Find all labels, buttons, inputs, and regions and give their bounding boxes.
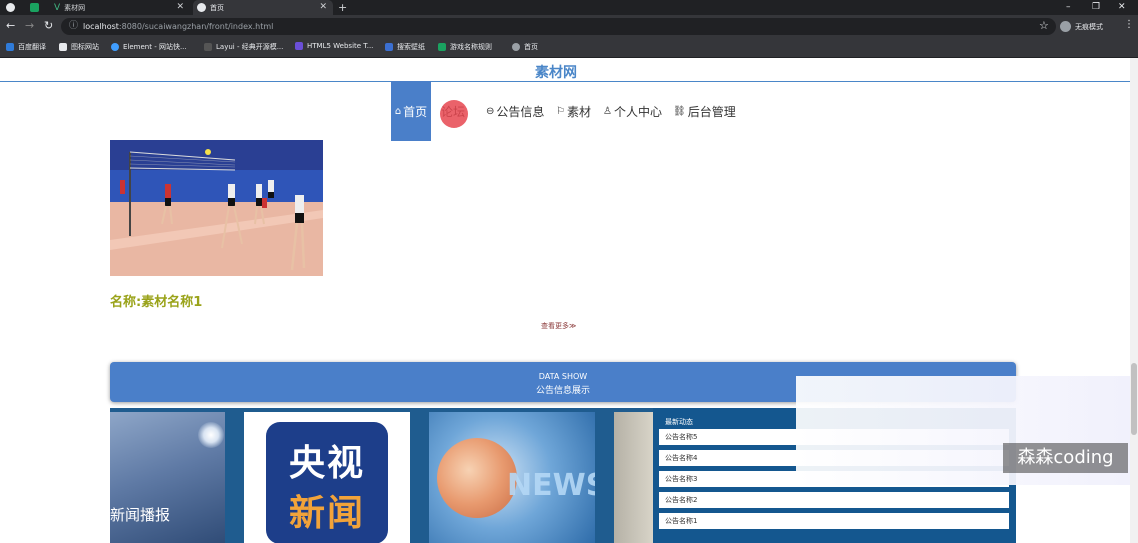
notice-icon: ⊖ (486, 105, 495, 117)
bookmark-star-icon[interactable]: ☆ (1039, 19, 1049, 32)
new-tab-button[interactable]: + (338, 0, 352, 15)
home-icon: ⌂ (394, 105, 402, 117)
nav-home[interactable]: ⌂ 首页 (391, 81, 431, 141)
link-icon: ⛓ (673, 105, 686, 117)
browser-tab-bar: V 素材网 ✕ 首页 ✕ + – ❐ ✕ (0, 0, 1138, 15)
tab-label: 素材网 (64, 3, 86, 12)
html5-icon (295, 42, 303, 50)
back-arrow-icon[interactable]: ← (6, 19, 15, 32)
globe-icon (6, 3, 15, 12)
bookmark-item[interactable]: Element - 网站快... (111, 42, 187, 52)
bookmark-icon (6, 43, 14, 51)
flag-icon (59, 43, 67, 51)
bookmark-item[interactable]: 游戏名称规则 (438, 42, 492, 52)
bookmark-item[interactable]: Layui - 经典开源模... (204, 42, 283, 52)
profile-label: 无痕模式 (1075, 22, 1103, 31)
address-toolbar: ← → ↻ ⓘ localhost:8080/sucaiwangzhan/fro… (0, 15, 1138, 38)
news-card[interactable]: 新闻播报 (110, 412, 225, 543)
globe-icon (197, 3, 206, 12)
scrollbar-thumb[interactable] (1131, 363, 1137, 435)
news-card-globe[interactable]: NEWS (429, 412, 595, 543)
news-card-partial[interactable] (614, 412, 653, 543)
url-host: localhost (83, 22, 119, 31)
element-icon (111, 43, 119, 51)
incognito-profile[interactable]: 无痕模式 (1060, 20, 1103, 33)
url-path: :8080/sucaiwangzhan/front/index.html (118, 22, 274, 31)
forward-arrow-icon[interactable]: → (25, 19, 34, 32)
bookmark-item[interactable]: 搜索壁纸 (385, 42, 425, 52)
watermark: 森森coding (1003, 443, 1128, 473)
site-title: 素材网 (535, 65, 577, 81)
nav-material[interactable]: ⚐ 素材 (556, 81, 591, 141)
game-icon (438, 43, 446, 51)
app-icon (30, 3, 39, 12)
wallpaper-icon (385, 43, 393, 51)
nav-user-center[interactable]: ♙ 个人中心 (603, 81, 662, 141)
click-indicator (440, 100, 468, 128)
tab-sucaiwang[interactable]: V 素材网 ✕ (50, 0, 190, 15)
close-window-button[interactable]: ✕ (1118, 0, 1126, 14)
menu-kebab-icon[interactable]: ⋮ (1124, 19, 1134, 30)
restore-button[interactable]: ❐ (1092, 0, 1100, 14)
reload-icon[interactable]: ↻ (44, 19, 53, 32)
latest-news-heading: 最新动态 (665, 418, 693, 426)
page-scrollbar[interactable] (1130, 58, 1138, 543)
tab-label: 首页 (210, 3, 224, 12)
news-card-caption: NEWS (507, 468, 595, 503)
news-card-cctv[interactable]: 央视 新闻 (244, 412, 410, 543)
flag-icon: ⚐ (556, 105, 565, 117)
cctv-logo: 央视 新闻 (266, 422, 388, 543)
news-list-item[interactable]: 公告名称1 (659, 513, 1009, 529)
product-image[interactable] (110, 140, 323, 276)
product-name[interactable]: 名称:素材名称1 (110, 291, 202, 310)
bookmark-item[interactable]: 首页 (512, 42, 538, 52)
close-tab-icon[interactable]: ✕ (176, 2, 184, 12)
incognito-icon (1060, 21, 1071, 32)
url-input[interactable]: ⓘ localhost:8080/sucaiwangzhan/front/ind… (61, 18, 1056, 35)
tab-globe[interactable] (2, 0, 24, 15)
tab-home[interactable]: 首页 ✕ (193, 0, 333, 15)
globe-icon (437, 438, 517, 518)
bookmark-item[interactable]: HTML5 Website T... (295, 42, 373, 50)
vue-icon: V (54, 2, 61, 13)
nav-notice[interactable]: ⊖ 公告信息 (486, 81, 544, 141)
news-list-item[interactable]: 公告名称2 (659, 492, 1009, 508)
bookmark-item[interactable]: 百度翻译 (6, 42, 46, 52)
globe-icon (512, 43, 520, 51)
news-card-caption: 新闻播报 (110, 506, 171, 524)
bookmark-item[interactable]: 图标网站 (59, 42, 99, 52)
tab-green[interactable] (26, 0, 48, 15)
minimize-button[interactable]: – (1066, 0, 1071, 14)
user-icon: ♙ (603, 105, 612, 117)
close-tab-icon[interactable]: ✕ (319, 2, 327, 12)
spotlight-icon (198, 422, 224, 448)
view-more-link[interactable]: 查看更多≫ (541, 321, 576, 331)
info-icon: ⓘ (69, 21, 79, 31)
nav-admin[interactable]: ⛓ 后台管理 (673, 81, 736, 141)
layui-icon (204, 43, 212, 51)
bookmarks-bar: 百度翻译 图标网站 Element - 网站快... Layui - 经典开源模… (0, 38, 1138, 58)
